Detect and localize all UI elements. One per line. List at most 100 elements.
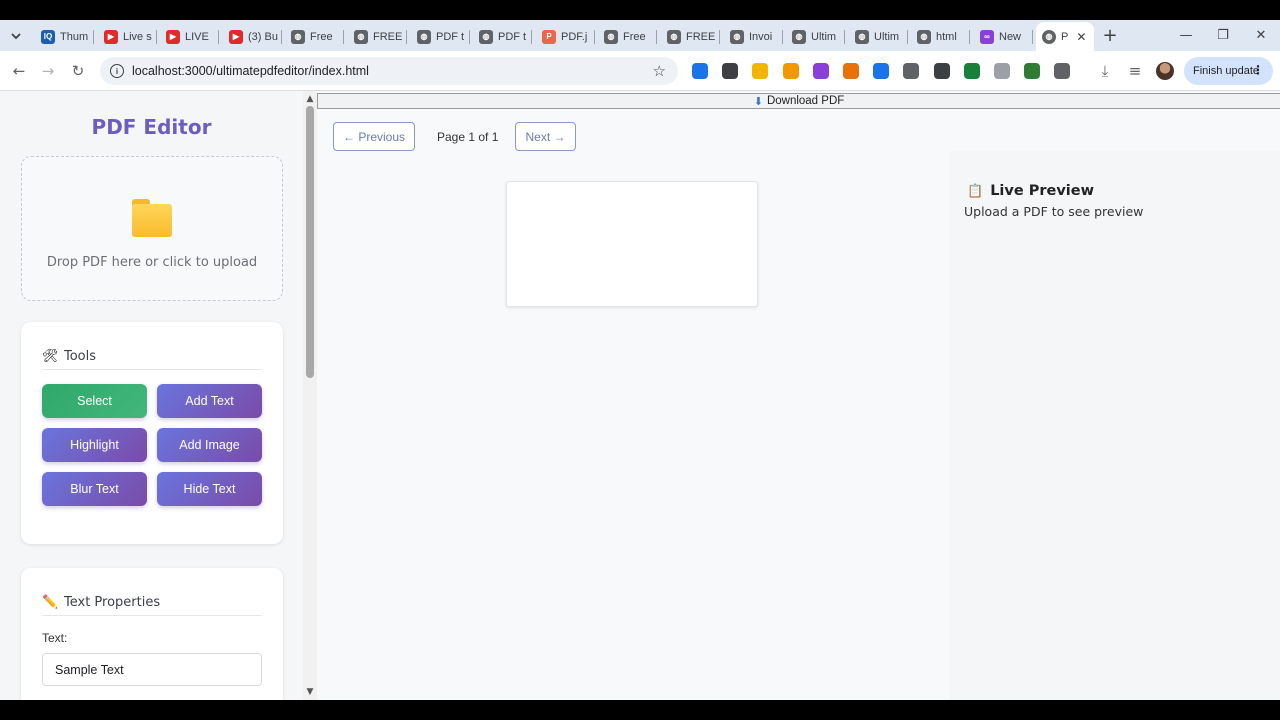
tab-separator [93, 30, 94, 44]
tab-separator [656, 30, 657, 44]
back-button[interactable]: ← [8, 60, 30, 82]
text-properties-card: ✏️ Text Properties Text: Sample Text [21, 568, 283, 700]
site-info-icon[interactable]: i [110, 64, 124, 78]
live-preview-pane [950, 151, 1280, 700]
tab-title: Ultim [811, 30, 837, 43]
text-properties-title: Text Properties [64, 595, 161, 610]
ext-house-icon[interactable] [994, 63, 1010, 79]
tab-separator [907, 30, 908, 44]
ext-note-icon[interactable] [783, 63, 799, 79]
text-properties-header: ✏️ Text Properties [42, 590, 262, 616]
youtube-icon: ▶ [229, 29, 243, 44]
browser-tab[interactable]: ◍ Ultim [850, 22, 908, 51]
ext-diamond-icon[interactable] [752, 63, 768, 79]
tab-separator [969, 30, 970, 44]
ext-purple-icon[interactable] [813, 63, 829, 79]
highlight-tool-button[interactable]: Highlight [42, 428, 147, 462]
downloads-icon[interactable]: ⤓ [1094, 60, 1116, 82]
ext-dot-icon[interactable] [873, 63, 889, 79]
tab-separator [156, 30, 157, 44]
tab-search-button[interactable] [5, 25, 27, 47]
globe-icon: ◍ [604, 29, 618, 44]
browser-tab[interactable]: ▶ Live s [99, 22, 157, 51]
blur-text-tool-button[interactable]: Blur Text [42, 472, 147, 506]
globe-icon: ◍ [479, 29, 493, 44]
next-page-button[interactable]: Next → [515, 122, 576, 151]
tab-title: html [936, 30, 957, 43]
ext-download-box-icon[interactable] [934, 63, 950, 79]
bookmark-star-icon[interactable]: ☆ [653, 62, 666, 80]
tools-card-title: Tools [64, 349, 97, 364]
ext-shield-icon[interactable] [903, 63, 919, 79]
reload-button[interactable]: ↻ [67, 60, 89, 82]
tools-card-header: 🛠 Tools [42, 344, 262, 370]
previous-page-button[interactable]: ← Previous [333, 122, 415, 151]
tab-active[interactable]: ◍ P ✕ [1036, 22, 1094, 51]
address-bar[interactable]: i localhost:3000/ultimatepdfeditor/index… [100, 57, 678, 85]
ext-green-arrow-icon[interactable] [964, 63, 980, 79]
browser-tab[interactable]: ▶ (3) Bu [224, 22, 282, 51]
scroll-up-arrow-icon[interactable]: ▲ [305, 94, 315, 104]
new-tab-button[interactable]: + [1100, 24, 1120, 46]
globe-icon: ◍ [667, 29, 681, 44]
bottom-strip [0, 700, 1280, 720]
tab-title: PDF t [436, 30, 465, 43]
folder-icon [132, 199, 172, 237]
browser-tab[interactable]: ◍ html [912, 22, 970, 51]
more-menu-icon[interactable]: ⋮ [1252, 63, 1264, 77]
text-input[interactable]: Sample Text [42, 653, 262, 686]
select-tool-button[interactable]: Select [42, 384, 147, 418]
page-viewport: PDF Editor Drop PDF here or click to upl… [0, 91, 1280, 700]
hide-text-tool-button[interactable]: Hide Text [157, 472, 262, 506]
browser-tab[interactable]: ◍ Free [599, 22, 657, 51]
browser-tab[interactable]: ◍ FREE [349, 22, 407, 51]
globe-icon: ◍ [417, 29, 431, 44]
browser-tab[interactable]: ◍ Free [286, 22, 344, 51]
minimize-button[interactable]: — [1171, 23, 1201, 47]
app-title: PDF Editor [91, 115, 212, 139]
close-window-button[interactable]: ✕ [1246, 23, 1276, 47]
pdf-canvas[interactable] [506, 181, 758, 307]
finish-update-button[interactable]: Finish update ⋮ [1184, 57, 1273, 85]
page-indicator: Page 1 of 1 [437, 130, 499, 144]
pdf-dropzone[interactable]: Drop PDF here or click to upload [21, 156, 283, 301]
browser-tab[interactable]: ∞ New [975, 22, 1033, 51]
add-image-tool-button[interactable]: Add Image [157, 428, 262, 462]
restore-button[interactable]: ❐ [1208, 23, 1238, 47]
globe-icon: ◍ [792, 29, 806, 44]
scrollbar-thumb[interactable] [306, 106, 314, 378]
pdf-icon: P [542, 29, 556, 44]
close-tab-icon[interactable]: ✕ [1076, 30, 1086, 44]
browser-tab[interactable]: IQ Thum [36, 22, 94, 51]
ext-ring-icon[interactable] [843, 63, 859, 79]
tab-title: Thum [60, 30, 89, 43]
browser-tab[interactable]: ◍ Ultim [787, 22, 845, 51]
browser-tab[interactable]: P PDF.j [537, 22, 595, 51]
scroll-down-arrow-icon[interactable]: ▼ [305, 687, 315, 697]
sidebar-scrollbar[interactable]: ▲ ▼ [303, 91, 317, 700]
browser-tab[interactable]: ◍ Invoi [725, 22, 783, 51]
forward-button[interactable]: → [37, 60, 59, 82]
profile-avatar[interactable] [1156, 62, 1174, 80]
tab-separator [1032, 30, 1033, 44]
browser-tab[interactable]: ◍ FREE [662, 22, 720, 51]
globe-icon: ◍ [1042, 29, 1056, 44]
tab-title: P [1061, 30, 1069, 43]
download-pdf-button[interactable]: ⬇ Download PDF [317, 93, 1280, 109]
tab-title: FREE [686, 30, 716, 43]
globe-icon: ◍ [855, 29, 869, 44]
browser-tab[interactable]: ◍ PDF t [412, 22, 470, 51]
browser-tab[interactable]: ▶ LIVE [161, 22, 219, 51]
tab-title: Invoi [749, 30, 773, 43]
extensions-puzzle-icon[interactable] [1054, 63, 1070, 79]
add-text-tool-button[interactable]: Add Text [157, 384, 262, 418]
ext-json-icon[interactable] [722, 63, 738, 79]
tab-title: Live s [123, 30, 152, 43]
ext-globe-icon[interactable] [1024, 63, 1040, 79]
tab-separator [406, 30, 407, 44]
browser-tab[interactable]: ◍ PDF t [474, 22, 532, 51]
ext-grid-icon[interactable] [692, 63, 708, 79]
tab-title: (3) Bu [248, 30, 278, 43]
globe-icon: ◍ [917, 29, 931, 44]
media-control-icon[interactable]: ≡ [1124, 60, 1146, 82]
